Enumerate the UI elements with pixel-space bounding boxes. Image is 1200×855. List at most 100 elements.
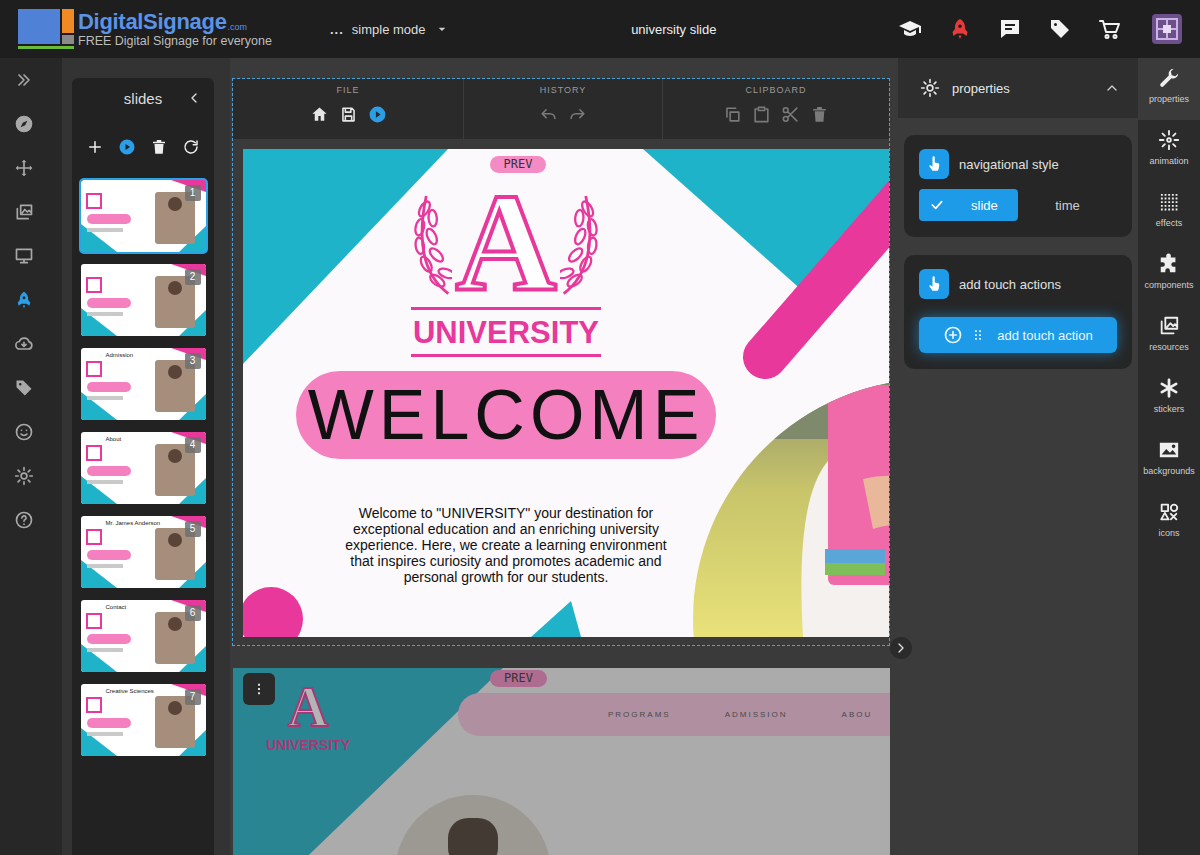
nav-rail-item[interactable]: [0, 366, 62, 410]
animation-icon: [1158, 129, 1180, 151]
delete-slide-button[interactable]: [150, 138, 168, 156]
tool-rail-item[interactable]: effects: [1138, 182, 1200, 244]
logo-letter: A: [455, 184, 556, 302]
launch-button[interactable]: [948, 17, 972, 41]
slide-number-badge: 5: [185, 521, 201, 537]
brand-logo[interactable]: DigitalSignage.comFREE Digital Signage f…: [18, 9, 318, 49]
pricing-button[interactable]: [1048, 17, 1072, 41]
touch-finger-icon: [925, 275, 943, 293]
thumbnail-title: Creative Sciences: [105, 688, 155, 695]
tool-rail-item[interactable]: stickers: [1138, 368, 1200, 430]
resources-icon: [1158, 315, 1180, 337]
nav-rail-item[interactable]: [0, 190, 62, 234]
prev-badge[interactable]: PREV: [490, 156, 547, 173]
nav-rail-item[interactable]: [0, 234, 62, 278]
undo-button[interactable]: [539, 105, 558, 124]
plus-icon: [86, 138, 104, 156]
nav-rail-item[interactable]: [0, 102, 62, 146]
nav-rail-item[interactable]: [0, 454, 62, 498]
tool-rail-item[interactable]: animation: [1138, 120, 1200, 182]
slides-panel: slides 1 2 Admission3 About4 Mr. James Anders…: [72, 78, 214, 855]
thumbnail-title: Admission: [105, 352, 135, 359]
chat-button[interactable]: [998, 17, 1022, 41]
document-title[interactable]: university slide: [450, 22, 898, 37]
expand-panel-button[interactable]: [890, 637, 912, 659]
collapse-slides-button[interactable]: [186, 90, 202, 106]
tool-rail-item[interactable]: backgrounds: [1138, 430, 1200, 492]
slide-thumbnail[interactable]: Creative Sciences7: [81, 684, 206, 756]
sticker-asterisk-icon: [1158, 377, 1180, 399]
play-slides-button[interactable]: [118, 138, 136, 156]
toolbar-group-label: HISTORY: [540, 85, 587, 96]
slides-panel-title: slides: [124, 90, 162, 107]
play-icon: [118, 138, 136, 156]
puzzle-icon: [1158, 253, 1180, 275]
touch-actions-card: add touch actionsadd touch action: [904, 255, 1132, 369]
preview-button[interactable]: [368, 105, 387, 124]
nav-rail-item[interactable]: [0, 410, 62, 454]
nav-rail-item[interactable]: [0, 322, 62, 366]
welcome-headline: WELCOME: [296, 371, 716, 459]
add-slide-button[interactable]: [86, 138, 104, 156]
slide-background-shapes-icon: [233, 663, 890, 855]
cut-button[interactable]: [781, 105, 800, 124]
next-slide-canvas[interactable]: AUNIVERSITYPREVPROGRAMSADMISSIONABOU: [233, 663, 890, 855]
top-bar: DigitalSignage.comFREE Digital Signage f…: [0, 0, 1200, 58]
properties-header: properties: [898, 58, 1138, 118]
slide-thumbnail[interactable]: Admission3: [81, 348, 206, 420]
tutorials-button[interactable]: [898, 17, 922, 41]
save-icon: [339, 105, 358, 124]
tool-rail-item[interactable]: resources: [1138, 306, 1200, 368]
slide-thumbnail[interactable]: 1: [81, 180, 206, 252]
add-touch-action-button[interactable]: add touch action: [919, 317, 1117, 353]
brand-tagline: FREE Digital Signage for everyone: [78, 34, 272, 49]
play-icon: [368, 105, 387, 124]
tool-rail-item[interactable]: components: [1138, 244, 1200, 306]
delete-button[interactable]: [810, 105, 829, 124]
navigational-style-toggle: slidetime: [919, 189, 1117, 221]
chevron-left-icon: [186, 90, 202, 106]
user-avatar[interactable]: [1152, 14, 1182, 44]
nav-rail-item[interactable]: [0, 498, 62, 542]
navigational-style-card: navigational styleslidetime: [904, 135, 1132, 237]
toolbar-group-label: FILE: [336, 85, 359, 96]
slide-thumbnail[interactable]: 2: [81, 264, 206, 336]
effects-grid-icon: [1158, 191, 1180, 213]
slide-nav-item[interactable]: ABOU: [842, 710, 873, 719]
collapse-properties-button[interactable]: [1104, 80, 1120, 96]
expand-nav-button[interactable]: [0, 58, 62, 102]
slide-thumbnail[interactable]: About4: [81, 432, 206, 504]
move-icon: [14, 158, 34, 178]
save-button[interactable]: [339, 105, 358, 124]
slide-menu-button[interactable]: [243, 673, 275, 705]
slide-nav-item[interactable]: ADMISSION: [725, 710, 788, 719]
main-nav-rail: [0, 58, 62, 855]
tool-rail-item[interactable]: icons: [1138, 492, 1200, 554]
slide-thumbnail[interactable]: Contact6: [81, 600, 206, 672]
tool-rail-item[interactable]: properties: [1138, 58, 1200, 120]
properties-title: properties: [952, 81, 1092, 96]
redo-button[interactable]: [568, 105, 587, 124]
toolbar-group: HISTORY: [464, 79, 663, 139]
prev-badge[interactable]: PREV: [490, 670, 547, 687]
navigational-style-option[interactable]: slide: [919, 189, 1018, 221]
nav-rail-item[interactable]: [0, 146, 62, 190]
app-window: DigitalSignage.comFREE Digital Signage f…: [0, 0, 1200, 855]
nav-rail-item[interactable]: [0, 278, 62, 322]
navigational-style-option[interactable]: time: [1018, 189, 1117, 221]
shapes-icon: [1158, 501, 1180, 523]
mode-dropdown[interactable]: ...simple mode: [330, 21, 450, 37]
slide-canvas[interactable]: PREVAUNIVERSITYWELCOMEWelcome to "UNIVER…: [243, 149, 889, 637]
replace-slide-button[interactable]: [182, 138, 200, 156]
slide-nav-item[interactable]: PROGRAMS: [608, 710, 671, 719]
home-button[interactable]: [310, 105, 329, 124]
paste-button[interactable]: [752, 105, 771, 124]
plus-circle-icon: [943, 325, 963, 345]
thumbnail-title: Mr. James Anderson: [105, 520, 162, 527]
copy-button[interactable]: [723, 105, 742, 124]
cart-icon: [1098, 17, 1122, 41]
slide-thumbnail[interactable]: Mr. James Anderson 5: [81, 516, 206, 588]
brand-mark-icon: [18, 9, 74, 49]
cart-button[interactable]: [1098, 17, 1122, 41]
chevron-right-icon: [893, 640, 909, 656]
